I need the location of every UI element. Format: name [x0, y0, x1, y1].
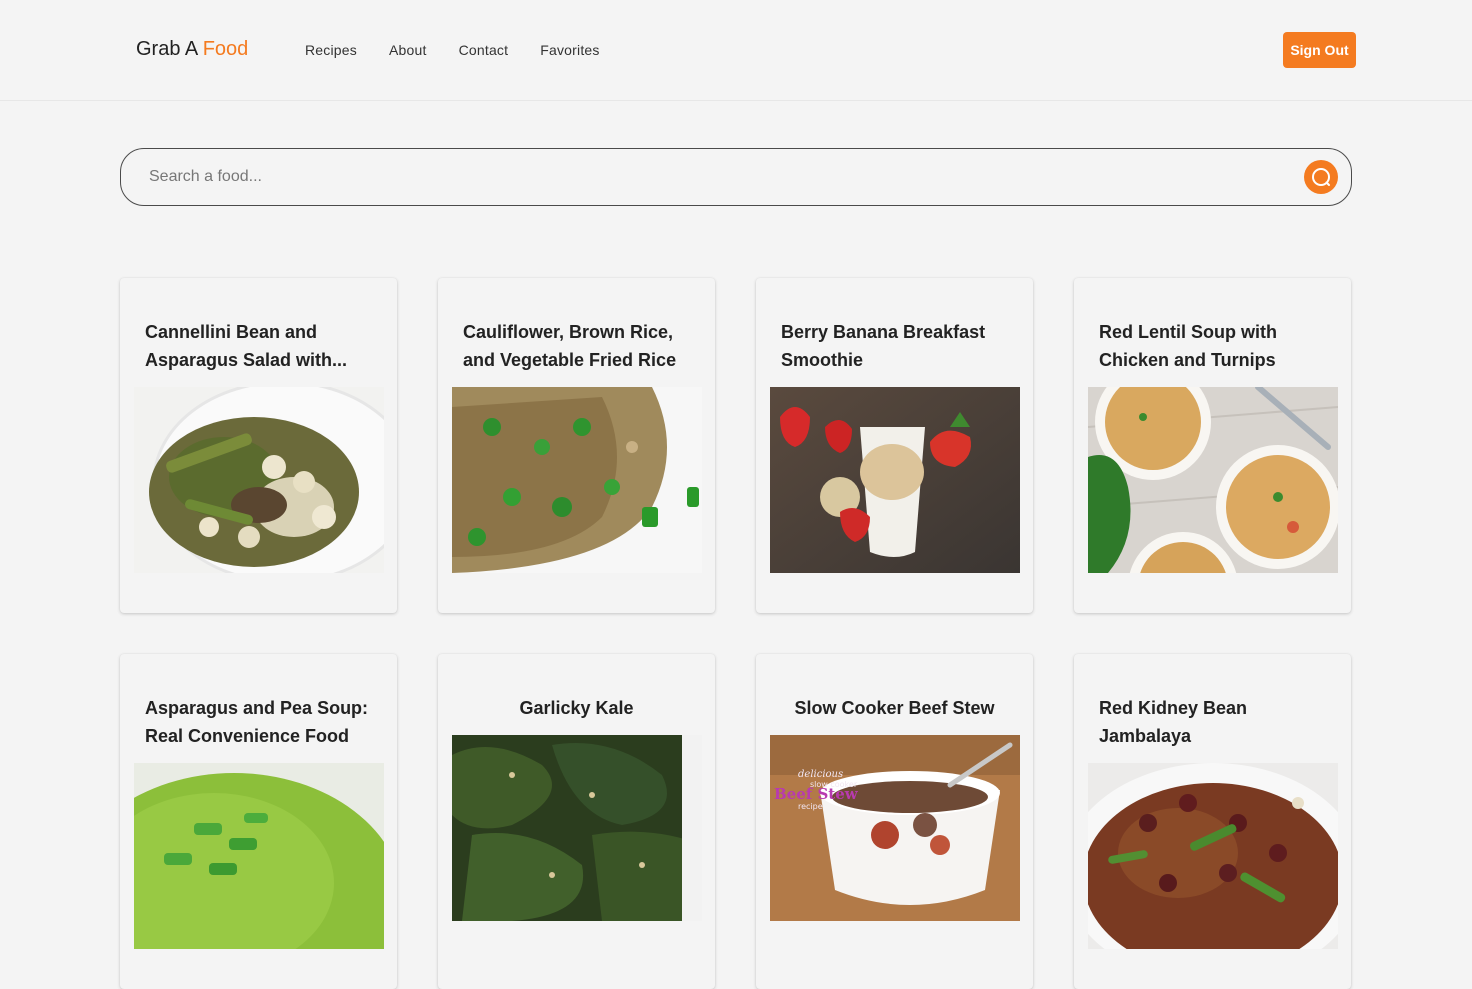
recipe-card[interactable]: Red Lentil Soup with Chicken and Turnips [1074, 278, 1351, 613]
recipe-image [1088, 387, 1338, 573]
recipe-title: Asparagus and Pea Soup: Real Convenience… [145, 698, 369, 746]
recipe-title: Red Lentil Soup with Chicken and Turnips [1099, 322, 1277, 370]
recipe-card[interactable]: Slow Cooker Beef Stew delicious slow coo… [756, 654, 1033, 989]
logo-text: Grab A [136, 38, 203, 60]
recipe-card[interactable]: Berry Banana Breakfast Smoothie [756, 278, 1033, 613]
photo-caption-line4: recipe [798, 802, 823, 811]
recipe-title: Red Kidney Bean Jambalaya [1099, 698, 1248, 746]
recipe-image [452, 735, 702, 921]
recipe-card[interactable]: Asparagus and Pea Soup: Real Convenience… [120, 654, 397, 989]
search-input[interactable] [149, 163, 1249, 191]
recipe-image [1088, 763, 1338, 949]
recipe-card[interactable]: Garlicky Kale [438, 654, 715, 989]
recipe-image [134, 763, 384, 949]
recipe-card[interactable]: Red Kidney Bean Jambalaya [1074, 654, 1351, 989]
sign-out-button[interactable]: Sign Out [1283, 32, 1356, 68]
recipe-image [134, 387, 384, 573]
photo-caption-line1: delicious [798, 769, 843, 780]
recipe-image [452, 387, 702, 573]
recipe-title: Berry Banana Breakfast Smoothie [781, 322, 986, 370]
search-bar [120, 148, 1352, 206]
site-header: Grab A Food Recipes About Contact Favori… [0, 0, 1472, 101]
nav-contact[interactable]: Contact [459, 42, 509, 58]
site-logo[interactable]: Grab A Food [136, 38, 248, 61]
nav-recipes[interactable]: Recipes [305, 42, 357, 58]
recipe-grid: Cannellini Bean and Asparagus Salad with… [120, 278, 1351, 989]
main-nav: Recipes About Contact Favorites [305, 42, 600, 58]
recipe-image: delicious slow cooker Beef Stew recipe [770, 735, 1020, 921]
recipe-card[interactable]: Cannellini Bean and Asparagus Salad with… [120, 278, 397, 613]
recipe-title: Cannellini Bean and Asparagus Salad with… [145, 322, 348, 370]
recipe-card[interactable]: Cauliflower, Brown Rice, and Vegetable F… [438, 278, 715, 613]
search-icon [1312, 168, 1330, 186]
logo-accent-text: Food [202, 38, 249, 60]
nav-about[interactable]: About [389, 42, 427, 58]
photo-caption-line3: Beef Stew [774, 785, 859, 803]
nav-favorites[interactable]: Favorites [540, 42, 599, 58]
search-button[interactable] [1304, 160, 1338, 194]
recipe-title: Cauliflower, Brown Rice, and Vegetable F… [463, 322, 677, 370]
recipe-image [770, 387, 1020, 573]
